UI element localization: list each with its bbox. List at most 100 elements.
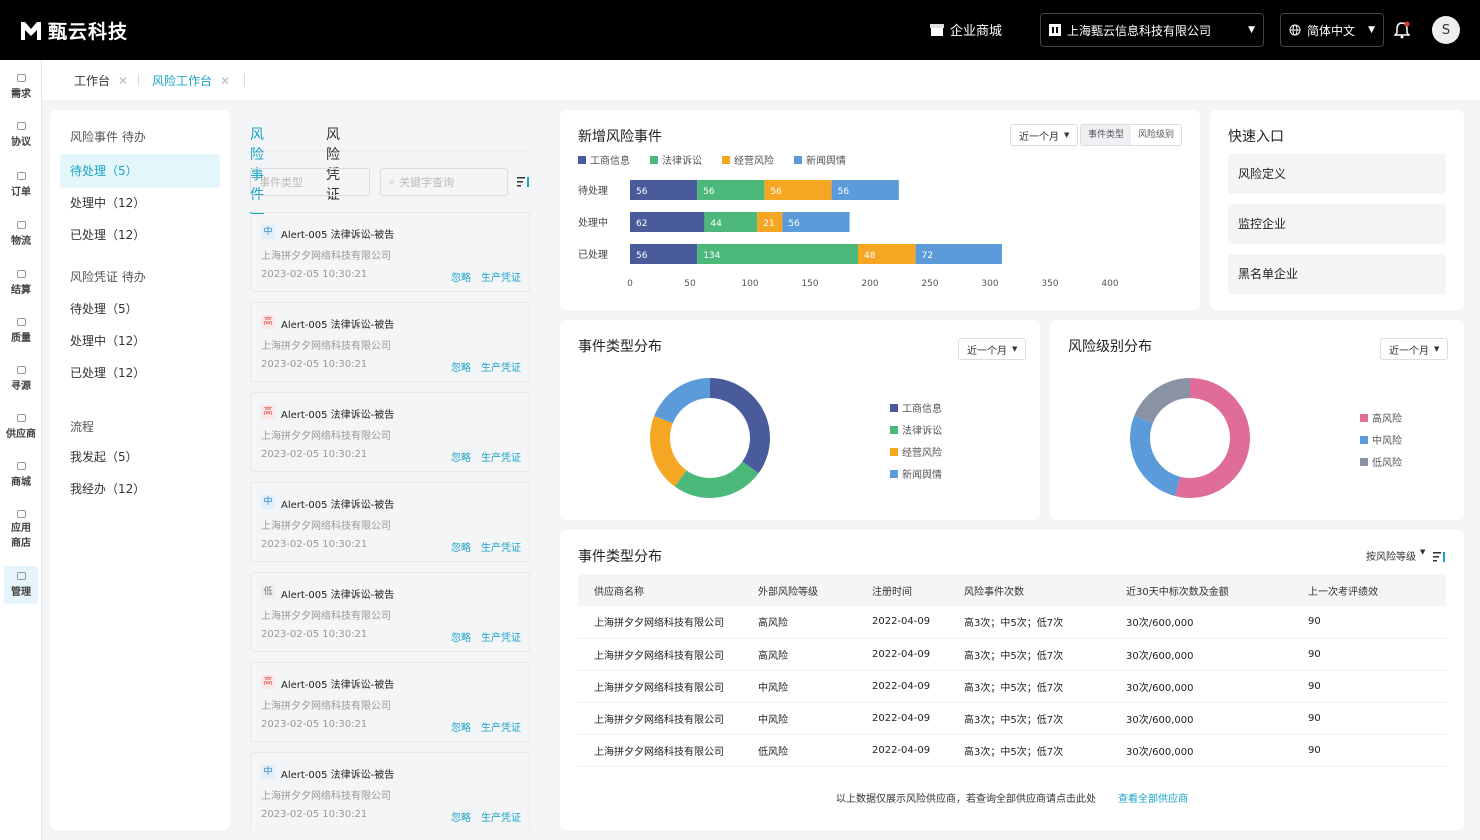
- legend-item[interactable]: 高风险: [1360, 410, 1402, 425]
- x-tick-label: 250: [921, 279, 938, 289]
- table-cell: 90: [1292, 606, 1446, 639]
- generate-voucher-button[interactable]: 生产凭证: [481, 359, 521, 374]
- quick-link-blacklist[interactable]: 黑名单企业: [1228, 254, 1446, 294]
- sidebar-item-order[interactable]: 订单: [4, 172, 38, 198]
- generate-voucher-button[interactable]: 生产凭证: [481, 719, 521, 734]
- column-header[interactable]: 近30天中标次数及金额: [1110, 574, 1292, 606]
- legend-label: 新闻舆情: [902, 470, 942, 481]
- pie-slice[interactable]: [650, 415, 687, 487]
- legend-item[interactable]: 新闻舆情: [890, 466, 942, 481]
- close-icon[interactable]: ✕: [220, 74, 230, 88]
- x-tick-label: 0: [627, 279, 633, 289]
- sidebar-item-agreement[interactable]: 协议: [4, 122, 38, 148]
- event-company: 上海拼夕夕网络科技有限公司: [261, 611, 391, 622]
- table-cell: 上海拼夕夕网络科技有限公司: [578, 606, 742, 639]
- generate-voucher-button[interactable]: 生产凭证: [481, 449, 521, 464]
- table-row[interactable]: 上海拼夕夕网络科技有限公司 低风险 2022-04-09 高3次；中5次；低7次 30次…: [578, 734, 1446, 767]
- user-avatar[interactable]: S: [1432, 16, 1460, 44]
- app-sidebar: 需求 协议 订单 物流 结算 质量 寻源 供应商 商城 应用商店 管理: [0, 60, 42, 840]
- ignore-button[interactable]: 忽略: [451, 809, 471, 824]
- quick-link-monitored-companies[interactable]: 监控企业: [1228, 204, 1446, 244]
- x-tick-label: 100: [741, 279, 758, 289]
- pie-slice[interactable]: [654, 378, 710, 424]
- ignore-button[interactable]: 忽略: [451, 449, 471, 464]
- table-cell: 30次/600,000: [1110, 638, 1292, 671]
- sidebar-item-management[interactable]: 管理: [4, 566, 38, 604]
- event-card[interactable]: 中 Alert-005 法律诉讼-被告 上海拼夕夕网络科技有限公司 2023-0…: [250, 752, 530, 830]
- pie-slice[interactable]: [674, 461, 759, 498]
- bar-segment[interactable]: [697, 244, 858, 264]
- ignore-button[interactable]: 忽略: [451, 629, 471, 644]
- legend-item[interactable]: 经营风险: [890, 444, 942, 459]
- pie-slice[interactable]: [710, 378, 770, 474]
- sidebar-item-logistics[interactable]: 物流: [4, 221, 38, 247]
- sidebar-item-supplier[interactable]: 供应商: [4, 414, 38, 440]
- sidebar-item-mall[interactable]: 商城: [4, 462, 38, 488]
- column-settings-icon[interactable]: [1432, 548, 1446, 567]
- sidebar-item-label: 质量: [11, 333, 31, 344]
- sidebar-item-demand[interactable]: 需求: [4, 74, 38, 100]
- sidebar-item-label: 应用商店: [11, 523, 31, 549]
- event-time: 2023-02-05 10:30:21: [261, 269, 368, 280]
- brand-logo[interactable]: 甄云科技: [20, 17, 128, 44]
- x-tick-label: 50: [684, 279, 696, 289]
- event-card[interactable]: 低 Alert-005 法律诉讼-被告 上海拼夕夕网络科技有限公司 2023-0…: [250, 572, 530, 652]
- language-selector[interactable]: 简体中文 ▼: [1280, 13, 1384, 47]
- x-tick-label: 300: [981, 279, 998, 289]
- tab-risk-workbench[interactable]: 风险工作台 ✕: [152, 72, 230, 89]
- sort-by-risk-select[interactable]: 按风险等级 ▼: [1366, 548, 1425, 563]
- quick-entry-panel: 快速入口 风险定义 监控企业 黑名单企业: [1210, 110, 1464, 310]
- generate-voucher-button[interactable]: 生产凭证: [481, 539, 521, 554]
- generate-voucher-button[interactable]: 生产凭证: [481, 629, 521, 644]
- event-card[interactable]: 高 Alert-005 法律诉讼-被告 上海拼夕夕网络科技有限公司 2023-0…: [250, 302, 530, 382]
- risk-level-badge: 中: [261, 765, 275, 779]
- table-cell: 高3次；中5次；低7次: [948, 702, 1110, 735]
- table-row[interactable]: 上海拼夕夕网络科技有限公司 高风险 2022-04-09 高3次；中5次；低7次 30次…: [578, 638, 1446, 671]
- table-row[interactable]: 上海拼夕夕网络科技有限公司 高风险 2022-04-09 高3次；中5次；低7次 30次…: [578, 606, 1446, 639]
- sidebar-item-quality[interactable]: 质量: [4, 318, 38, 344]
- generate-voucher-button[interactable]: 生产凭证: [481, 269, 521, 284]
- legend-item[interactable]: 法律诉讼: [890, 422, 942, 437]
- sidebar-item-label: 供应商: [6, 429, 36, 440]
- column-header[interactable]: 注册时间: [856, 574, 948, 606]
- company-name: 上海甄云信息科技有限公司: [1067, 23, 1212, 38]
- table-row[interactable]: 上海拼夕夕网络科技有限公司 中风险 2022-04-09 高3次；中5次；低7次 30次…: [578, 702, 1446, 735]
- event-card[interactable]: 中 Alert-005 法律诉讼-被告 上海拼夕夕网络科技有限公司 2023-0…: [250, 212, 530, 292]
- quick-link-risk-definition[interactable]: 风险定义: [1228, 154, 1446, 194]
- pie-slice[interactable]: [1134, 378, 1190, 424]
- column-header[interactable]: 供应商名称: [578, 574, 742, 606]
- column-header[interactable]: 风险事件次数: [948, 574, 1110, 606]
- event-card[interactable]: 中 Alert-005 法律诉讼-被告 上海拼夕夕网络科技有限公司 2023-0…: [250, 482, 530, 562]
- column-header[interactable]: 上一次考评绩效: [1292, 574, 1446, 606]
- legend-item[interactable]: 工商信息: [890, 400, 942, 415]
- legend-swatch: [890, 425, 898, 434]
- sidebar-item-label: 需求: [11, 89, 31, 100]
- table-cell: 30次/600,000: [1110, 606, 1292, 639]
- sidebar-item-app-store[interactable]: 应用商店: [4, 510, 38, 551]
- table-row[interactable]: 上海拼夕夕网络科技有限公司 中风险 2022-04-09 高3次；中5次；低7次 30次…: [578, 670, 1446, 703]
- legend-label: 低风险: [1372, 458, 1402, 469]
- enterprise-mall-link[interactable]: 企业商城: [930, 20, 1002, 39]
- sidebar-item-settlement[interactable]: 结算: [4, 270, 38, 296]
- tab-workbench[interactable]: 工作台 ✕: [74, 72, 128, 89]
- close-icon[interactable]: ✕: [118, 74, 128, 88]
- notification-bell[interactable]: [1393, 21, 1411, 43]
- column-header[interactable]: 外部风险等级: [742, 574, 856, 606]
- event-company: 上海拼夕夕网络科技有限公司: [261, 341, 391, 352]
- ignore-button[interactable]: 忽略: [451, 269, 471, 284]
- sidebar-item-sourcing[interactable]: 寻源: [4, 366, 38, 392]
- view-all-suppliers-link[interactable]: 查看全部供应商: [1118, 790, 1188, 805]
- order-icon: [16, 172, 26, 180]
- event-card[interactable]: 高 Alert-005 法律诉讼-被告 上海拼夕夕网络科技有限公司 2023-0…: [250, 662, 530, 742]
- event-card[interactable]: 高 Alert-005 法律诉讼-被告 上海拼夕夕网络科技有限公司 2023-0…: [250, 392, 530, 472]
- ignore-button[interactable]: 忽略: [451, 359, 471, 374]
- generate-voucher-button[interactable]: 生产凭证: [481, 809, 521, 824]
- legend-item[interactable]: 低风险: [1360, 454, 1402, 469]
- legend-item[interactable]: 中风险: [1360, 432, 1402, 447]
- ignore-button[interactable]: 忽略: [451, 719, 471, 734]
- table-cell: 高3次；中5次；低7次: [948, 734, 1110, 767]
- pie-slice[interactable]: [1130, 415, 1181, 497]
- event-type-distribution-panel: 事件类型分布 近一个月 ▼ 工商信息 法律诉讼 经营风险 新闻舆情: [560, 320, 1040, 520]
- ignore-button[interactable]: 忽略: [451, 539, 471, 554]
- company-selector[interactable]: 上海甄云信息科技有限公司 ▼: [1040, 13, 1264, 47]
